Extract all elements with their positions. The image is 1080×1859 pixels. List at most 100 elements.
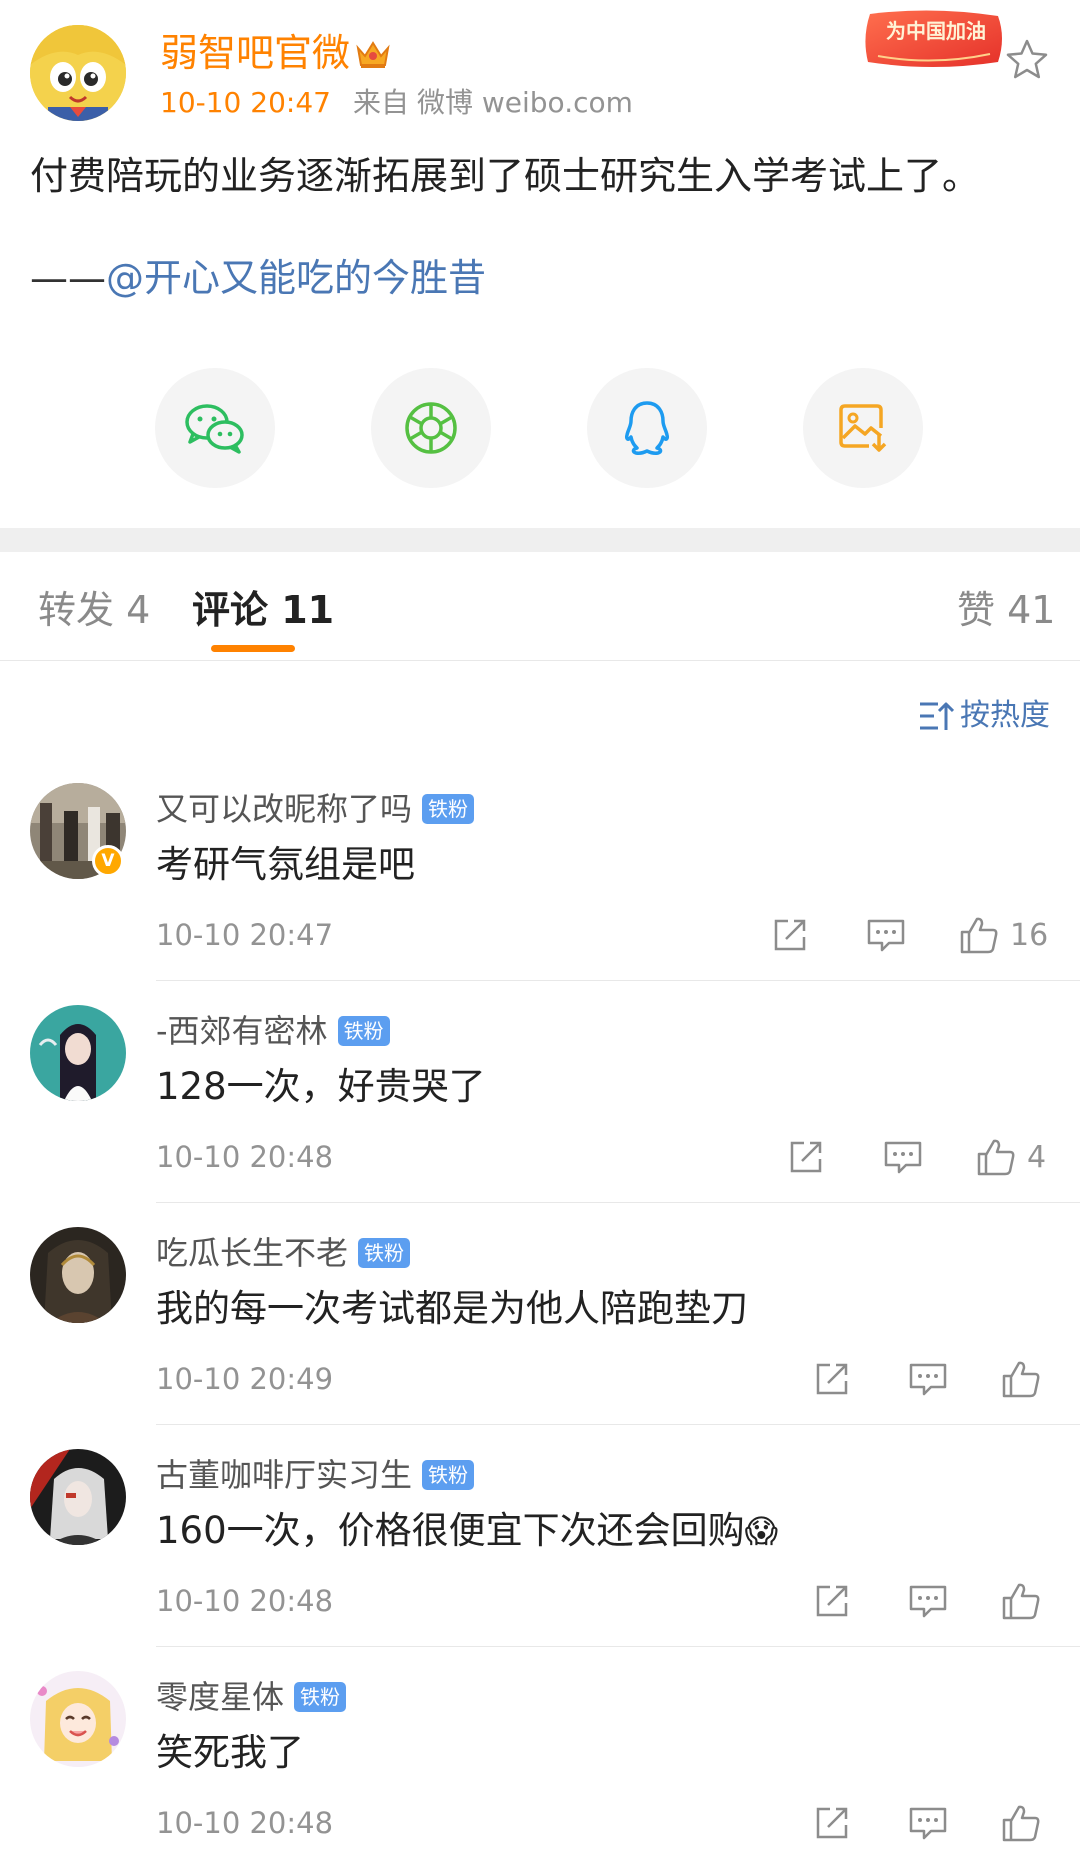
comment-icon — [867, 919, 905, 952]
like-comment-button[interactable]: 16 — [958, 913, 1048, 957]
commenter-name-text: 吃瓜长生不老 — [156, 1234, 349, 1272]
china-support-badge[interactable]: 为中国加油 — [858, 8, 1008, 70]
sort-icon — [920, 702, 954, 730]
comment-divider — [156, 980, 1080, 981]
post-source-label: 来自 — [352, 86, 409, 119]
like-comment-button[interactable] — [1000, 1357, 1042, 1401]
commenter-name[interactable]: -西郊有密林 铁粉 — [156, 1009, 390, 1053]
share-out-icon — [816, 1585, 848, 1617]
comment-icon — [884, 1141, 922, 1174]
commenter-name-text: -西郊有密林 — [156, 1012, 328, 1050]
reply-comment-button[interactable] — [907, 1357, 949, 1401]
repost-comment-button[interactable] — [812, 1357, 852, 1401]
tab-likes[interactable]: 赞 41 — [957, 585, 1055, 635]
share-out-icon — [774, 919, 806, 951]
comment-icon — [909, 1363, 947, 1396]
fan-badge: 铁粉 — [358, 1238, 411, 1268]
repost-comment-button[interactable] — [786, 1135, 826, 1179]
comment-time: 10-10 20:48 — [156, 1140, 334, 1174]
post-credit: ——@开心又能吃的今胜昔 — [30, 250, 486, 306]
thumbs-up-icon — [1002, 1361, 1040, 1398]
comment-item: 零度星体 铁粉 笑死我了 10-10 20:48 — [0, 1671, 1080, 1859]
comment-text: 考研气氛组是吧 — [156, 843, 415, 886]
commenter-avatar[interactable] — [30, 1671, 126, 1767]
tab-reposts[interactable]: 转发 4 — [38, 585, 150, 635]
thumbs-up-icon — [960, 917, 998, 954]
reply-comment-button[interactable] — [882, 1135, 924, 1179]
thumbs-up-icon — [1002, 1805, 1040, 1842]
shocked-emoji-icon: 😱 — [744, 1512, 778, 1550]
sort-by-heat-button[interactable]: 按热度 — [918, 694, 1050, 738]
post-text: 付费陪玩的业务逐渐拓展到了硕士研究生入学考试上了。 — [30, 154, 981, 198]
commenter-avatar[interactable] — [30, 1449, 126, 1545]
repost-comment-button[interactable] — [770, 913, 810, 957]
moments-icon — [405, 402, 457, 454]
comment-item: 吃瓜长生不老 铁粉 我的每一次考试都是为他人陪跑垫刀 10-10 20:49 — [0, 1227, 1080, 1449]
comment-icon — [909, 1585, 947, 1618]
comment-time: 10-10 20:47 — [156, 918, 334, 952]
crown-icon — [356, 41, 390, 68]
commenter-name[interactable]: 吃瓜长生不老 铁粉 — [156, 1231, 411, 1275]
save-image-icon — [839, 404, 887, 452]
commenter-name[interactable]: 古董咖啡厅实习生 铁粉 — [156, 1453, 475, 1497]
like-count: 16 — [1010, 917, 1049, 953]
comment-divider — [156, 1646, 1080, 1647]
comment-text: 笑死我了 — [156, 1731, 304, 1774]
post-source: 微博 weibo.com — [416, 86, 633, 119]
comment-text: 128一次，好贵哭了 — [156, 1065, 486, 1108]
commenter-name-text: 又可以改昵称了吗 — [156, 790, 413, 828]
share-wechat-button[interactable] — [155, 368, 275, 488]
comment-text: 我的每一次考试都是为他人陪跑垫刀 — [156, 1287, 748, 1330]
comment-item: 古董咖啡厅实习生 铁粉 160一次，价格很便宜下次还会回购 😱 10-10 20:4… — [0, 1449, 1080, 1671]
fan-badge: 铁粉 — [337, 1016, 390, 1046]
share-qq-button[interactable] — [587, 368, 707, 488]
badge-text: 为中国加油 — [886, 19, 986, 43]
author-name[interactable]: 弱智吧官微 — [160, 28, 350, 78]
like-comment-button[interactable] — [1000, 1579, 1042, 1623]
favorite-star-icon[interactable] — [1005, 38, 1049, 80]
comment-time: 10-10 20:49 — [156, 1362, 334, 1396]
reply-comment-button[interactable] — [907, 1579, 949, 1623]
comment-icon — [909, 1807, 947, 1840]
commenter-avatar[interactable] — [30, 1227, 126, 1323]
share-moments-button[interactable] — [371, 368, 491, 488]
tabs-divider — [0, 660, 1080, 661]
section-divider — [0, 528, 1080, 552]
share-out-icon — [790, 1141, 822, 1173]
reply-comment-button[interactable] — [907, 1801, 949, 1845]
save-image-button[interactable] — [803, 368, 923, 488]
commenter-avatar[interactable] — [30, 1005, 126, 1101]
commenter-name-text: 零度星体 — [156, 1678, 285, 1716]
fan-badge: 铁粉 — [422, 794, 475, 824]
comment-item: -西郊有密林 铁粉 128一次，好贵哭了 10-10 20:48 4 — [0, 1005, 1080, 1227]
post-time: 10-10 20:47 — [160, 86, 331, 119]
thumbs-up-icon — [1002, 1583, 1040, 1620]
reply-comment-button[interactable] — [865, 913, 907, 957]
comment-time: 10-10 20:48 — [156, 1806, 334, 1840]
repost-comment-button[interactable] — [812, 1801, 852, 1845]
like-comment-button[interactable] — [1000, 1801, 1042, 1845]
fan-badge: 铁粉 — [422, 1460, 475, 1490]
like-count: 4 — [1027, 1139, 1047, 1175]
fan-badge: 铁粉 — [294, 1682, 347, 1712]
tab-comments[interactable]: 评论 11 — [192, 585, 334, 635]
verified-icon: V — [92, 845, 124, 877]
commenter-name[interactable]: 又可以改昵称了吗 铁粉 — [156, 787, 475, 831]
credit-prefix: —— — [30, 256, 106, 300]
share-out-icon — [816, 1363, 848, 1395]
comment-divider — [156, 1424, 1080, 1425]
thumbs-up-icon — [977, 1139, 1015, 1176]
comment-text: 160一次，价格很便宜下次还会回购 😱 — [156, 1503, 778, 1559]
qq-icon — [625, 401, 669, 455]
comment-time: 10-10 20:48 — [156, 1584, 334, 1618]
repost-comment-button[interactable] — [812, 1579, 852, 1623]
like-comment-button[interactable]: 4 — [975, 1135, 1046, 1179]
active-tab-indicator — [211, 645, 295, 652]
comment-text-content: 160一次，价格很便宜下次还会回购 — [156, 1509, 745, 1552]
comment-divider — [156, 1202, 1080, 1203]
author-avatar[interactable] — [30, 25, 126, 121]
post-meta: 10-10 20:47 来自 微博 weibo.com — [160, 84, 633, 122]
commenter-name[interactable]: 零度星体 铁粉 — [156, 1675, 347, 1719]
share-out-icon — [816, 1807, 848, 1839]
credit-mention-link[interactable]: @开心又能吃的今胜昔 — [106, 256, 486, 300]
